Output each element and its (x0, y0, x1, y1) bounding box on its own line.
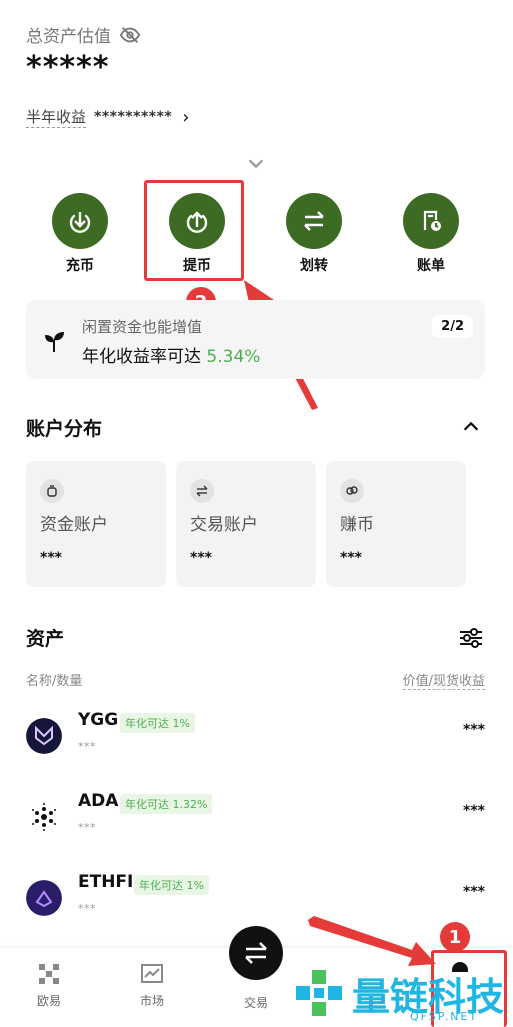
bill-label: 账单 (417, 258, 445, 274)
watermark-logo-icon (296, 970, 342, 1016)
total-assets-value: ***** (26, 50, 110, 85)
ygg-logo-icon (26, 718, 62, 754)
total-assets-label-text: 总资产估值 (26, 27, 111, 47)
ethfi-logo-icon (26, 880, 62, 916)
promo-line2: 年化收益率可达 5.34% (82, 342, 260, 367)
earn-account-card[interactable]: 赚币 *** (326, 461, 466, 587)
sprout-icon (45, 332, 64, 352)
nav-item-trade[interactable]: 交易 (226, 988, 286, 1011)
nav-label: 市场 (139, 994, 164, 1008)
trade-button[interactable] (229, 926, 283, 980)
asset-row-ada[interactable]: ADA 年化可达 1.32% *** *** (0, 785, 513, 865)
deposit-icon (52, 193, 108, 249)
ada-logo-icon (26, 799, 62, 835)
swap-icon (245, 942, 267, 964)
promo-page-indicator: 2/2 (432, 315, 473, 338)
earn-promo-card[interactable]: 闲置资金也能增值 年化收益率可达 5.34% 2/2 (26, 300, 485, 379)
half-year-value: ********** (94, 109, 173, 125)
account-value: *** (190, 550, 212, 566)
account-name: 交易账户 (190, 515, 258, 535)
trading-account-card[interactable]: 交易账户 *** (176, 461, 316, 587)
chart-icon (141, 964, 163, 983)
account-name: 赚币 (340, 515, 374, 535)
account-value: *** (340, 550, 362, 566)
account-name: 资金账户 (40, 515, 108, 535)
bill-button[interactable]: 账单 (396, 193, 466, 275)
asset-value: *** (463, 803, 485, 819)
total-assets-label: 总资产估值 (26, 22, 141, 47)
account-value: *** (40, 550, 62, 566)
asset-value: *** (463, 722, 485, 738)
coins-icon (340, 479, 364, 503)
chevron-right-icon: › (182, 106, 190, 128)
annotation-highlight-box (144, 180, 244, 281)
transfer-button[interactable]: 划转 (279, 193, 349, 275)
bill-icon (403, 193, 459, 249)
annotation-arrow-icon (308, 916, 436, 966)
assets-title: 资产 (26, 628, 65, 650)
asset-symbol: ETHFI (78, 872, 134, 892)
half-year-earnings[interactable]: 半年收益 ********** › (26, 106, 189, 128)
asset-quantity: *** (78, 821, 96, 834)
apy-tag: 年化可达 1.32% (120, 794, 213, 814)
watermark-sub: QFSP.NET (410, 1010, 479, 1023)
asset-quantity: *** (78, 902, 96, 915)
promo-line1: 闲置资金也能增值 (82, 318, 203, 336)
eye-hidden-icon[interactable] (119, 24, 141, 46)
promo-rate: 5.34% (206, 347, 261, 367)
account-distribution-title: 账户分布 (26, 418, 103, 440)
chevron-up-icon[interactable] (460, 416, 482, 438)
asset-symbol: YGG (78, 710, 119, 730)
transfer-label: 划转 (300, 258, 328, 274)
transfer-icon (286, 193, 342, 249)
deposit-label: 充币 (66, 258, 94, 274)
promo-line2-prefix: 年化收益率可达 (82, 347, 201, 367)
nav-label: 交易 (243, 996, 268, 1010)
asset-row-ygg[interactable]: YGG 年化可达 1% *** *** (0, 704, 513, 784)
filter-sliders-icon[interactable] (458, 626, 484, 650)
half-year-label: 半年收益 (26, 108, 87, 128)
asset-quantity: *** (78, 740, 96, 753)
exchange-icon (190, 479, 214, 503)
chevron-down-icon[interactable] (245, 152, 267, 174)
apy-tag: 年化可达 1% (134, 875, 209, 895)
apy-tag: 年化可达 1% (120, 713, 195, 733)
column-header-name: 名称/数量 (26, 674, 83, 689)
deposit-button[interactable]: 充币 (45, 193, 115, 275)
wallet-icon (40, 479, 64, 503)
funding-account-card[interactable]: 资金账户 *** (26, 461, 166, 587)
column-header-value[interactable]: 价值/现货收益 (402, 670, 485, 690)
asset-value: *** (463, 884, 485, 900)
nav-item-market[interactable]: 市场 (122, 962, 182, 1009)
nav-label: 欧易 (36, 994, 61, 1008)
asset-symbol: ADA (78, 791, 119, 811)
okx-logo-icon (39, 964, 59, 984)
annotation-badge-1: 1 (440, 922, 470, 952)
nav-item-okx[interactable]: 欧易 (19, 962, 79, 1009)
